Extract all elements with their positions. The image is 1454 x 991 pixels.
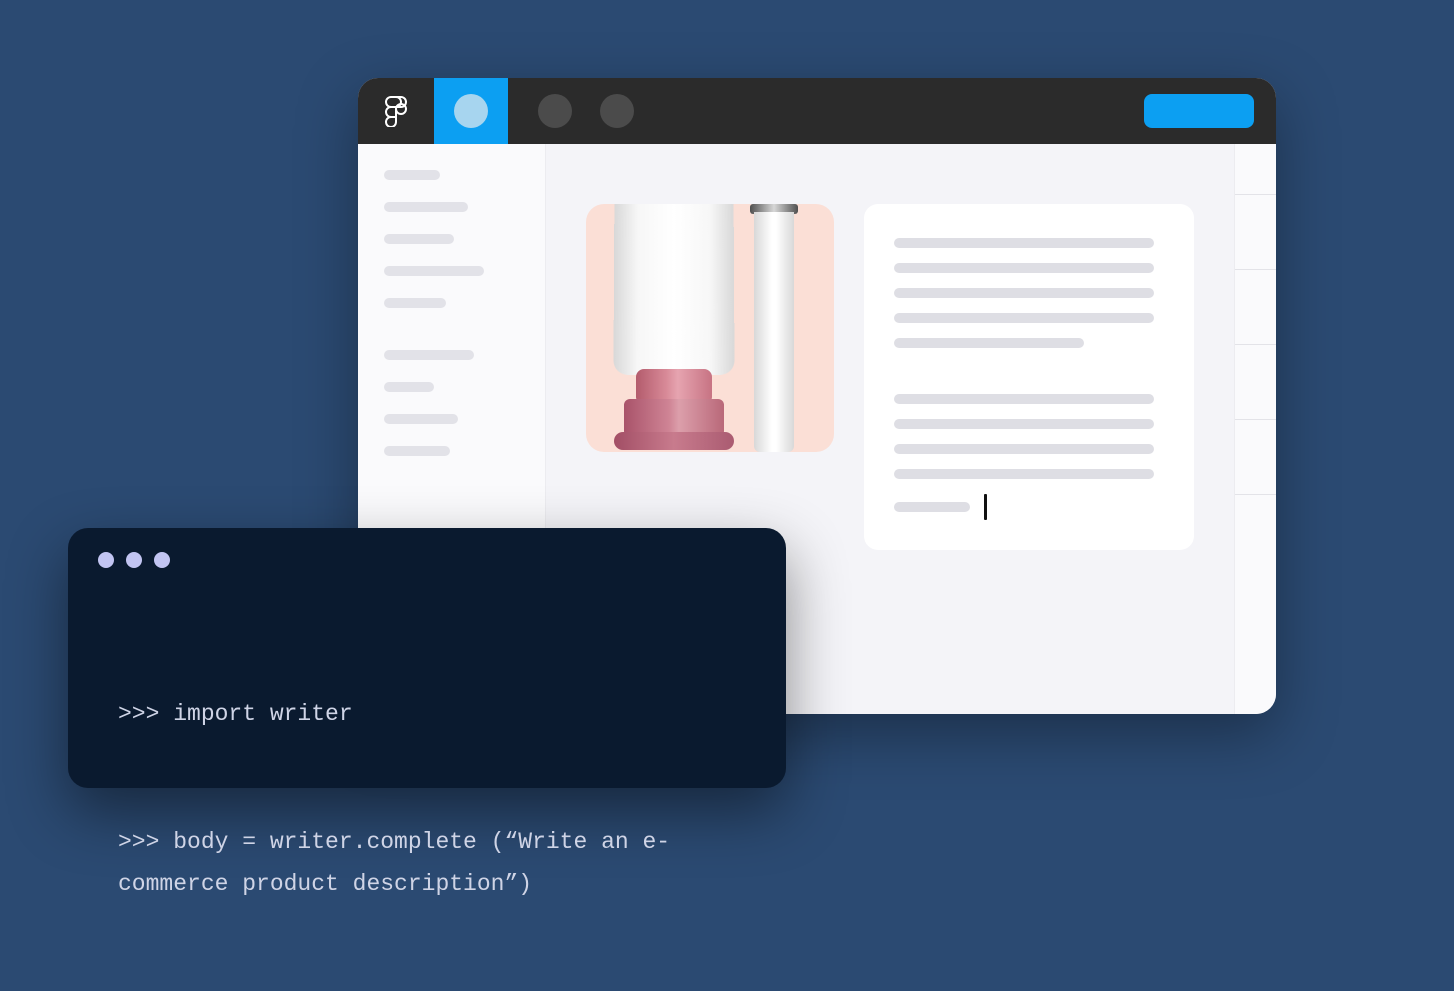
sidebar-item[interactable] [384,382,434,392]
product-image-frame[interactable] [586,204,834,452]
cosmetic-tube-icon [614,204,734,452]
sidebar-item[interactable] [384,234,454,244]
text-line [894,313,1154,323]
app-menu-button[interactable] [358,78,434,144]
rail-divider [1235,344,1276,345]
maximize-icon[interactable] [154,552,170,568]
tab-inactive[interactable] [600,94,634,128]
figma-logo-icon [384,91,408,132]
text-line [894,394,1154,404]
terminal-output: >>> import writer >>> body = writer.comp… [98,608,756,991]
close-icon[interactable] [98,552,114,568]
terminal-line: >>> body = writer.complete (“Write an e-… [118,821,746,906]
rail-divider [1235,194,1276,195]
tab-list [508,78,634,144]
sidebar-item[interactable] [384,350,474,360]
text-content-frame[interactable] [864,204,1194,550]
minimize-icon[interactable] [126,552,142,568]
rail-divider [1235,269,1276,270]
text-cursor-row [894,494,1164,520]
terminal-window[interactable]: >>> import writer >>> body = writer.comp… [68,528,786,788]
text-line [894,238,1154,248]
rail-divider [1235,419,1276,420]
text-line [894,263,1154,273]
text-line [894,338,1084,348]
text-line [894,419,1154,429]
sidebar-item[interactable] [384,266,484,276]
text-line [894,288,1154,298]
text-line [894,469,1154,479]
sidebar-item[interactable] [384,202,468,212]
sidebar-item[interactable] [384,446,450,456]
sidebar-group-1 [384,170,519,308]
sidebar-item[interactable] [384,170,440,180]
sidebar-item[interactable] [384,414,458,424]
rail-divider [1235,494,1276,495]
document-circle-icon [454,94,488,128]
properties-rail[interactable] [1234,144,1276,714]
tab-inactive[interactable] [538,94,572,128]
text-cursor-icon [984,494,987,520]
share-button[interactable] [1144,94,1254,128]
titlebar [358,78,1276,144]
cosmetic-pen-icon [750,204,798,452]
tab-active[interactable] [434,78,508,144]
text-line [894,444,1154,454]
text-line [894,502,970,512]
sidebar-group-2 [384,350,519,456]
sidebar-item[interactable] [384,298,446,308]
terminal-line: >>> import writer [118,693,746,736]
window-controls [98,552,756,568]
